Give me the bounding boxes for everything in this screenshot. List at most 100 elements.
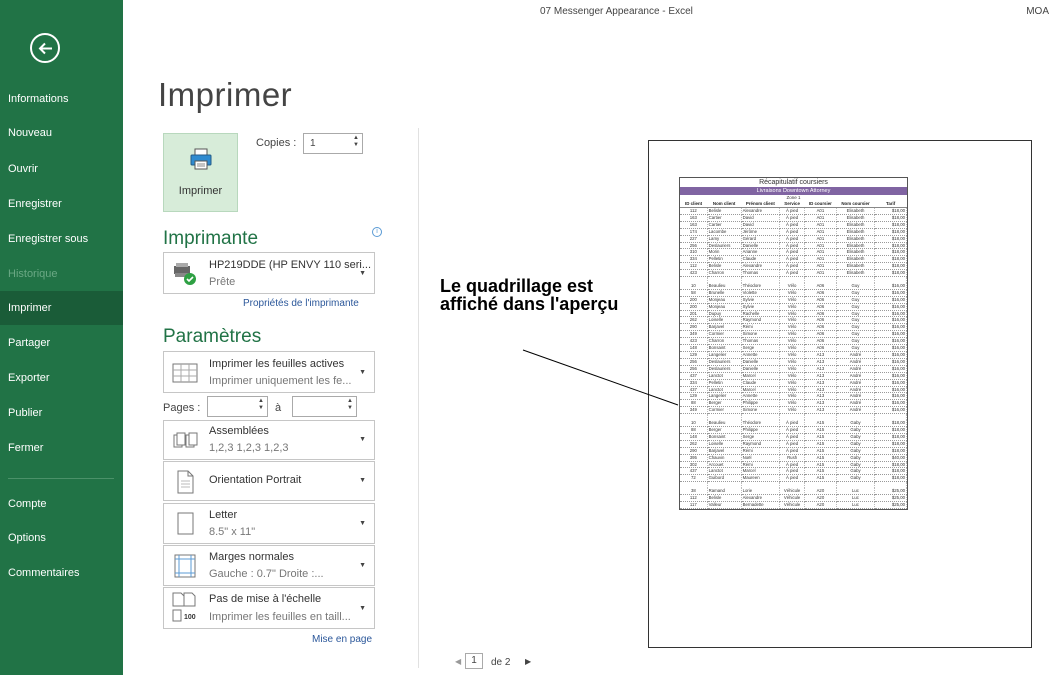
report-cell: A01 [804, 269, 837, 278]
report-cell: Annette [741, 392, 781, 401]
report-cell: Claude [741, 255, 781, 264]
report-row: 310 Morin Arianne À pied A01 Elisabeth $18,00 [680, 248, 907, 257]
report-row: 349 Cormier Simone Vélo A06 Guy $16,00 [680, 330, 907, 339]
report-cell: 423 [680, 337, 708, 346]
nav-options[interactable]: Options [0, 521, 123, 555]
page-setup-link[interactable]: Mise en page [312, 634, 372, 645]
report-cell: $16,00 [874, 310, 907, 318]
report-cell: A13 [804, 406, 837, 415]
report-cell: Vélo [779, 289, 806, 297]
previous-page-icon[interactable]: ◀ [455, 657, 461, 666]
pane-divider [418, 128, 419, 668]
report-cell: $16,00 [874, 344, 907, 353]
nav-ouvrir[interactable]: Ouvrir [0, 152, 123, 186]
report-row: 201 Dupuy Rachelle Vélo A06 Guy $16,00 [680, 310, 907, 318]
print-button[interactable]: Imprimer [163, 133, 238, 212]
report-cell: $16,00 [874, 323, 907, 332]
report-cell: À pied [779, 262, 806, 271]
report-cell: Gaby [836, 467, 876, 476]
report-cell: Marcel [741, 386, 781, 394]
report-cell: Langelier [707, 351, 742, 359]
stepper-arrows-icon[interactable]: ▲ ▼ [347, 398, 353, 412]
report-row: 256 Deslauriers Danielle À pied A01 Elisabeth… [680, 242, 907, 250]
nav-commentaires[interactable]: Commentaires [0, 556, 123, 590]
back-arrow-icon[interactable] [30, 33, 60, 63]
report-cell: A01 [804, 242, 837, 250]
stepper-arrows-icon[interactable]: ▲ ▼ [258, 398, 264, 412]
report-cell: Rémi [741, 461, 781, 469]
scaling-primary: Pas de mise à l'échelle [209, 593, 322, 605]
scaling-dropdown[interactable]: 100 Pas de mise à l'échelle Imprimer les… [163, 587, 375, 629]
report-cell: Elisabeth [836, 248, 876, 257]
copies-stepper[interactable]: 1 ▲ ▼ [303, 133, 363, 154]
report-table: ID client Nom client Prénom client Service I… [680, 201, 907, 509]
report-cell: Marcel [741, 467, 781, 476]
nav-compte[interactable]: Compte [0, 487, 123, 521]
report-cell: Vélo [779, 310, 806, 318]
report-cell: À pied [779, 474, 806, 483]
current-page-input[interactable]: 1 [465, 653, 483, 669]
report-cell: 437 [680, 467, 708, 476]
printer-dropdown[interactable]: HP219DDE (HP ENVY 110 seri... Prête ▼ [163, 252, 375, 294]
report-cell: Vélo [779, 316, 806, 325]
print-scope-dropdown[interactable]: Imprimer les feuilles actives Imprimer u… [163, 351, 375, 393]
report-cell: André [836, 406, 876, 415]
report-cell: André [836, 392, 876, 401]
report-cell: A15 [804, 474, 837, 483]
report-cell: Lanctot [707, 372, 742, 380]
nav-enregistrer-sous[interactable]: Enregistrer sous [0, 222, 123, 256]
next-page-icon[interactable]: ▶ [525, 657, 531, 666]
report-cell: $16,00 [874, 303, 907, 311]
scope-secondary: Imprimer uniquement les fe... [209, 375, 352, 387]
paper-size-dropdown[interactable]: Letter 8.5" x 11" ▼ [163, 503, 375, 544]
nav-partager[interactable]: Partager [0, 326, 123, 360]
report-column-header: Nom coursier [836, 201, 875, 208]
report-cell: Vélo [779, 406, 806, 415]
report-row: 290 Barjavel Rémi À pied A15 Gaby $18,00 [680, 447, 907, 455]
report-cell: Véhicule [779, 501, 806, 509]
report-cell: Morin [707, 248, 742, 257]
pages-to-stepper[interactable]: ▲ ▼ [292, 396, 357, 417]
pages-to-label: à [275, 402, 282, 414]
nav-fermer[interactable]: Fermer [0, 431, 123, 465]
report-cell: A06 [804, 337, 837, 346]
stepper-arrows-icon[interactable]: ▲ ▼ [353, 135, 359, 149]
nav-enregistrer[interactable]: Enregistrer [0, 187, 123, 221]
report-cell: Vélo [779, 358, 806, 366]
user-initials[interactable]: MOA [1026, 6, 1049, 17]
chevron-down-icon: ▼ [359, 436, 366, 443]
report-cell: A01 [804, 228, 837, 236]
nav-imprimer[interactable]: Imprimer [0, 291, 123, 325]
nav-publier[interactable]: Publier [0, 396, 123, 430]
nav-nouveau[interactable]: Nouveau [0, 116, 123, 150]
nav-informations[interactable]: Informations [0, 82, 123, 116]
report-cell: Raymond [741, 316, 781, 325]
report-cell: $16,00 [874, 296, 907, 304]
report-cell: Vélo [779, 399, 806, 408]
orientation-dropdown[interactable]: Orientation Portrait ▼ [163, 461, 375, 501]
report-cell: A01 [804, 262, 837, 271]
report-cell: Belisle [707, 262, 742, 271]
report-cell: Vélo [779, 351, 806, 359]
report-cell: Barjavel [707, 447, 742, 455]
gridlines-callout: Le quadrillage est affiché dans l'aperçu [440, 276, 619, 314]
paper-primary: Letter [209, 509, 238, 521]
printer-properties-link[interactable]: Propriétés de l'imprimante [243, 298, 359, 309]
page-title: Imprimer [158, 76, 293, 113]
report-cell: Sylvie [741, 296, 781, 304]
paper-icon [177, 512, 194, 535]
report-cell: Lanctot [707, 386, 742, 394]
nav-exporter[interactable]: Exporter [0, 361, 123, 395]
pages-from-stepper[interactable]: ▲ ▼ [207, 396, 268, 417]
info-icon[interactable]: i [372, 227, 382, 237]
report-cell: Vélo [779, 330, 806, 339]
report-cell: 117 [680, 501, 708, 509]
report-cell: Elisabeth [836, 228, 876, 236]
report-cell: $18,00 [874, 248, 907, 257]
collate-dropdown[interactable]: Assemblées 1,2,3 1,2,3 1,2,3 ▼ [163, 420, 375, 460]
report-cell: A01 [804, 207, 837, 215]
report-cell: 227 [680, 235, 708, 243]
margins-dropdown[interactable]: Marges normales Gauche : 0.7" Droite :..… [163, 545, 375, 586]
report-cell: 310 [680, 248, 708, 257]
report-cell: A13 [804, 399, 837, 408]
